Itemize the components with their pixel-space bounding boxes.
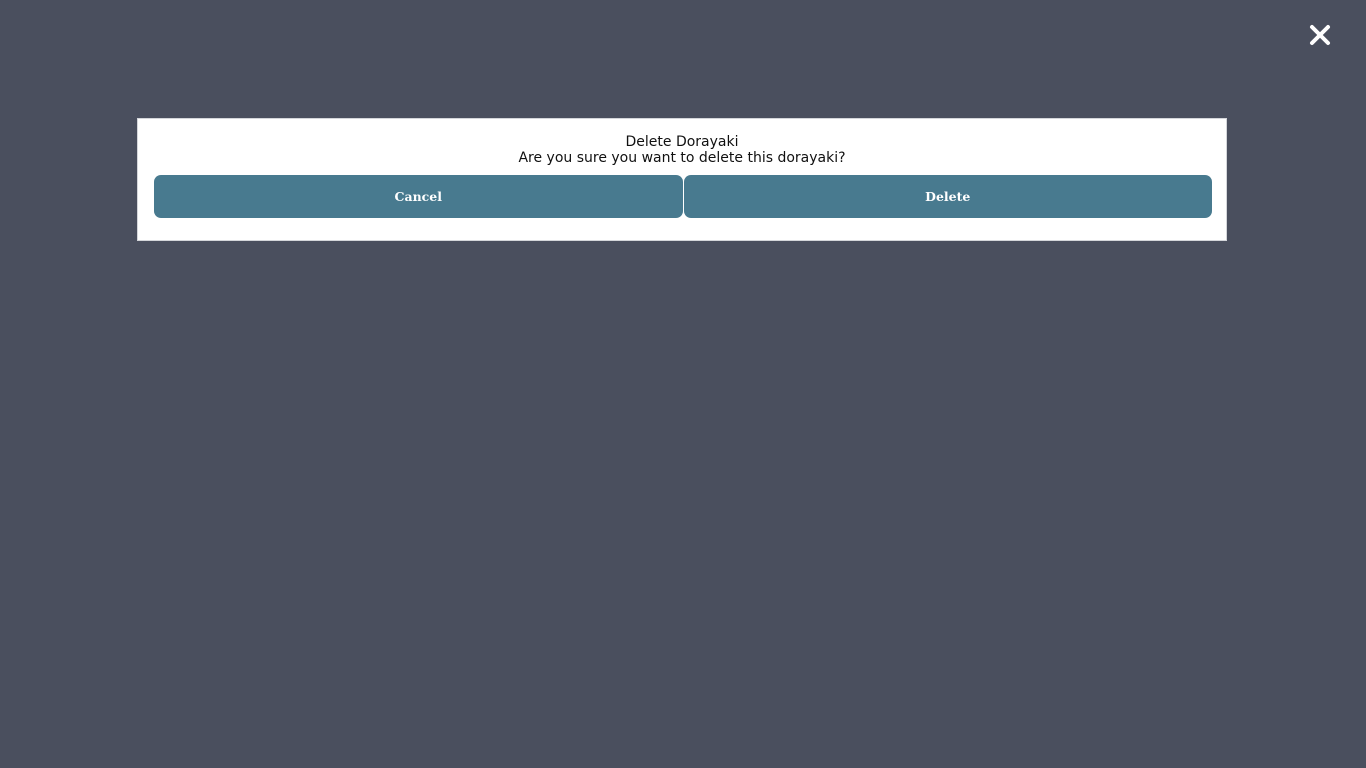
delete-button[interactable]: Delete bbox=[683, 175, 1212, 218]
dialog-title: Delete Dorayaki bbox=[625, 134, 739, 150]
cancel-button[interactable]: Cancel bbox=[154, 175, 683, 218]
close-icon bbox=[1310, 25, 1330, 45]
dialog-actions: Cancel Delete bbox=[154, 175, 1212, 218]
close-button[interactable] bbox=[1304, 19, 1336, 51]
dialog-message: Are you sure you want to delete this dor… bbox=[518, 150, 846, 166]
delete-dialog: Delete Dorayaki Are you sure you want to… bbox=[137, 118, 1227, 241]
